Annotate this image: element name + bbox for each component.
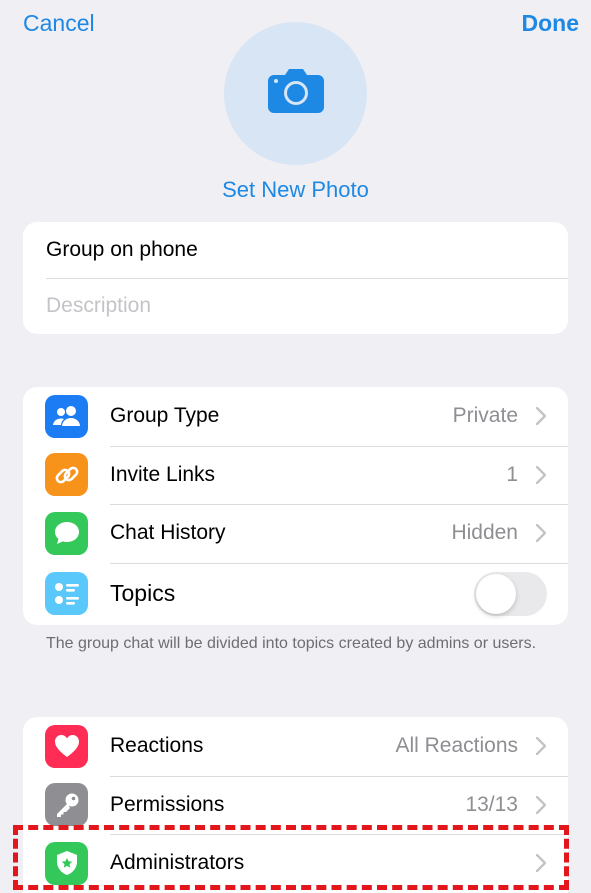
set-new-photo-button[interactable]: Set New Photo	[0, 176, 591, 204]
permissions-label: Permissions	[110, 792, 225, 816]
chevron-right-icon	[534, 853, 548, 873]
people-icon	[45, 394, 88, 438]
reactions-row[interactable]: Reactions All Reactions	[23, 717, 568, 776]
invite-links-label: Invite Links	[110, 462, 216, 486]
description-field[interactable]: Description	[23, 278, 568, 334]
group-name-value: Group on phone	[46, 238, 198, 261]
chat-bubble-icon	[45, 511, 88, 555]
list-icon	[45, 572, 88, 616]
camera-icon	[267, 69, 324, 118]
done-button[interactable]: Done	[522, 8, 580, 38]
topics-toggle[interactable]	[474, 571, 547, 616]
invite-links-row[interactable]: Invite Links 1	[23, 445, 568, 505]
chevron-right-icon	[534, 406, 548, 426]
heart-icon	[45, 724, 88, 768]
group-name-field[interactable]: Group on phone	[23, 222, 568, 278]
link-icon	[45, 453, 88, 497]
topics-row: Topics	[23, 562, 568, 625]
reactions-label: Reactions	[110, 734, 204, 758]
topics-label: Topics	[110, 580, 176, 607]
group-info-card: Group on phone Description	[23, 222, 568, 334]
cancel-button[interactable]: Cancel	[23, 8, 95, 38]
group-type-label: Group Type	[110, 404, 220, 428]
topics-footnote: The group chat will be divided into topi…	[46, 635, 537, 652]
group-settings-card: Group Type Private Invite Links 1 Chat H…	[23, 387, 568, 625]
chat-history-value: Hidden	[451, 521, 518, 545]
permissions-value: 13/13	[465, 792, 518, 816]
chevron-right-icon	[534, 523, 548, 543]
admin-settings-card: Reactions All Reactions Permissions 13/1…	[23, 717, 568, 893]
reactions-value: All Reactions	[395, 734, 518, 758]
group-type-row[interactable]: Group Type Private	[23, 387, 568, 446]
chevron-right-icon	[534, 465, 548, 485]
key-icon	[45, 783, 88, 827]
invite-links-count: 1	[506, 462, 518, 486]
description-placeholder: Description	[46, 294, 152, 317]
permissions-row[interactable]: Permissions 13/13	[23, 775, 568, 835]
chevron-right-icon	[534, 736, 548, 756]
chat-history-label: Chat History	[110, 521, 226, 545]
admin-badge-icon	[45, 841, 88, 885]
chat-history-row[interactable]: Chat History Hidden	[23, 504, 568, 563]
group-type-value: Private	[452, 404, 518, 428]
chevron-right-icon	[534, 795, 548, 815]
administrators-label: Administrators	[110, 851, 245, 875]
administrators-row[interactable]: Administrators	[23, 834, 568, 893]
avatar-placeholder[interactable]	[224, 22, 367, 165]
toggle-knob	[476, 573, 516, 614]
